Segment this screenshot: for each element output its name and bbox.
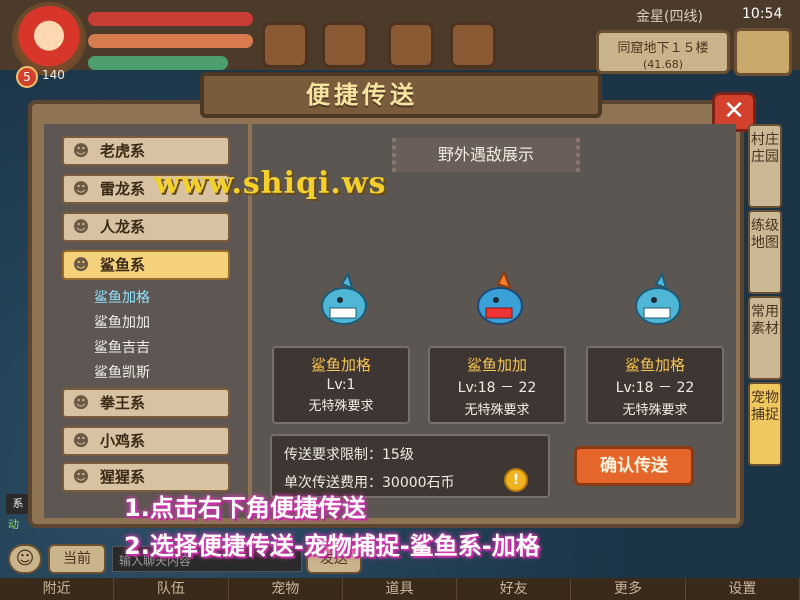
category-label: 鲨鱼系 (100, 256, 146, 274)
confirm-teleport-button[interactable]: 确认传送 (574, 446, 694, 486)
category-label: 小鸡系 (100, 432, 146, 450)
player-exp-value: 140 (42, 68, 65, 82)
channel-button[interactable]: 当前 (48, 544, 106, 574)
category-label: 猩猩系 (100, 468, 146, 486)
chat-line: 动 (8, 518, 19, 531)
bottom-menu: 附近 队伍 宠物 道具 好友 更多 设置 (0, 578, 800, 600)
enemy-requirement: 无特殊要求 (464, 403, 530, 418)
field-encounter-tag: 野外遇敌展示 (392, 138, 580, 172)
category-shark[interactable]: ☻ 鲨鱼系 (62, 250, 230, 280)
hp-bar (88, 12, 253, 26)
tab-common-materials[interactable]: 常用素材 (748, 296, 782, 380)
enemy-level: Lv:18 － 22 (615, 380, 695, 396)
menu-settings[interactable]: 设置 (686, 578, 800, 600)
instruction-step-1: 1.点击右下角便捷传送 (124, 494, 366, 522)
enemy-name: 鲨鱼加格 (624, 356, 685, 374)
thunder-dragon-icon: ☻ (72, 179, 90, 198)
category-humandragon[interactable]: ☻ 人龙系 (62, 212, 230, 242)
dialog-title: 便捷传送 (306, 81, 418, 109)
shop-icon[interactable] (388, 22, 434, 68)
energy-bar (88, 56, 228, 70)
teleport-requirement: 传送要求限制：15级 (284, 447, 414, 463)
chick-icon: ☻ (72, 431, 90, 450)
subitem-shark-kaisi[interactable]: 鲨鱼凯斯 (94, 362, 150, 382)
enemy-name: 鲨鱼加格 (310, 356, 371, 374)
shark-jiajia-sprite (477, 270, 523, 325)
mp-bar (88, 34, 253, 48)
shark-icon: ☻ (72, 255, 90, 274)
category-chick[interactable]: ☻ 小鸡系 (62, 426, 230, 456)
location-name: 同窟地下１５楼 (617, 41, 709, 56)
shark-jiage-sprite (321, 271, 367, 325)
menu-team[interactable]: 队伍 (114, 578, 229, 600)
enemy-card-3: 鲨鱼加格 Lv:18 － 22 无特殊要求 (586, 346, 724, 424)
tab-leveling-map[interactable]: 练级地图 (748, 210, 782, 294)
menu-more[interactable]: 更多 (571, 578, 686, 600)
humandragon-icon: ☻ (72, 217, 90, 236)
category-boxer[interactable]: ☻ 拳王系 (62, 388, 230, 418)
player-level-badge: 5 (16, 66, 38, 88)
shark-jiage-sprite-2 (635, 271, 681, 325)
player-avatar[interactable] (12, 2, 86, 76)
subitem-shark-jiji[interactable]: 鲨鱼吉吉 (94, 337, 150, 357)
enemy-card-2: 鲨鱼加加 Lv:18 － 22 无特殊要求 (428, 346, 566, 424)
category-label: 拳王系 (100, 394, 146, 412)
menu-pet[interactable]: 宠物 (229, 578, 343, 600)
tiger-icon: ☻ (72, 141, 90, 160)
quest-board-icon[interactable] (450, 22, 496, 68)
enemy-requirement: 无特殊要求 (622, 403, 688, 418)
enemy-level: Lv:1 (326, 377, 356, 393)
enemy-level: Lv:18 － 22 (457, 380, 537, 396)
shop-building-icon[interactable] (262, 22, 308, 68)
category-label: 人龙系 (100, 218, 146, 236)
menu-friends[interactable]: 好友 (457, 578, 572, 600)
world-map-icon[interactable] (734, 28, 792, 76)
tab-village-manor[interactable]: 村庄庄园 (748, 124, 782, 208)
category-tiger[interactable]: ☻ 老虎系 (62, 136, 230, 166)
location-panel: 同窟地下１５楼 (41.68) (596, 30, 730, 74)
menu-items[interactable]: 道具 (343, 578, 458, 600)
enemy-name: 鲨鱼加加 (466, 356, 527, 374)
meat-icon[interactable] (322, 22, 368, 68)
tab-pet-capture[interactable]: 宠物捕捉 (748, 382, 782, 466)
chat-channel-tag: 系 (6, 494, 30, 514)
category-label: 老虎系 (100, 142, 146, 160)
boxer-icon: ☻ (72, 393, 90, 412)
subitem-shark-jiajia[interactable]: 鲨鱼加加 (94, 312, 150, 332)
ape-icon: ☻ (72, 467, 90, 486)
menu-nearby[interactable]: 附近 (0, 578, 115, 600)
enemy-requirement: 无特殊要求 (308, 399, 374, 414)
coin-warning-icon: ! (504, 468, 528, 492)
location-coord: (41.68) (642, 58, 684, 71)
watermark-text: www.shiqi.ws (154, 166, 387, 201)
category-label: 雷龙系 (100, 180, 146, 198)
clock: 10:54 (742, 6, 783, 22)
instruction-step-2: 2.选择便捷传送-宠物捕捉-鲨鱼系-加格 (124, 532, 540, 560)
server-name: 金星(四线) (636, 9, 703, 25)
subitem-shark-jiage[interactable]: 鲨鱼加格 (94, 287, 150, 307)
enemy-card-1: 鲨鱼加格 Lv:1 无特殊要求 (272, 346, 410, 424)
emoji-button[interactable]: ☺ (8, 544, 42, 574)
